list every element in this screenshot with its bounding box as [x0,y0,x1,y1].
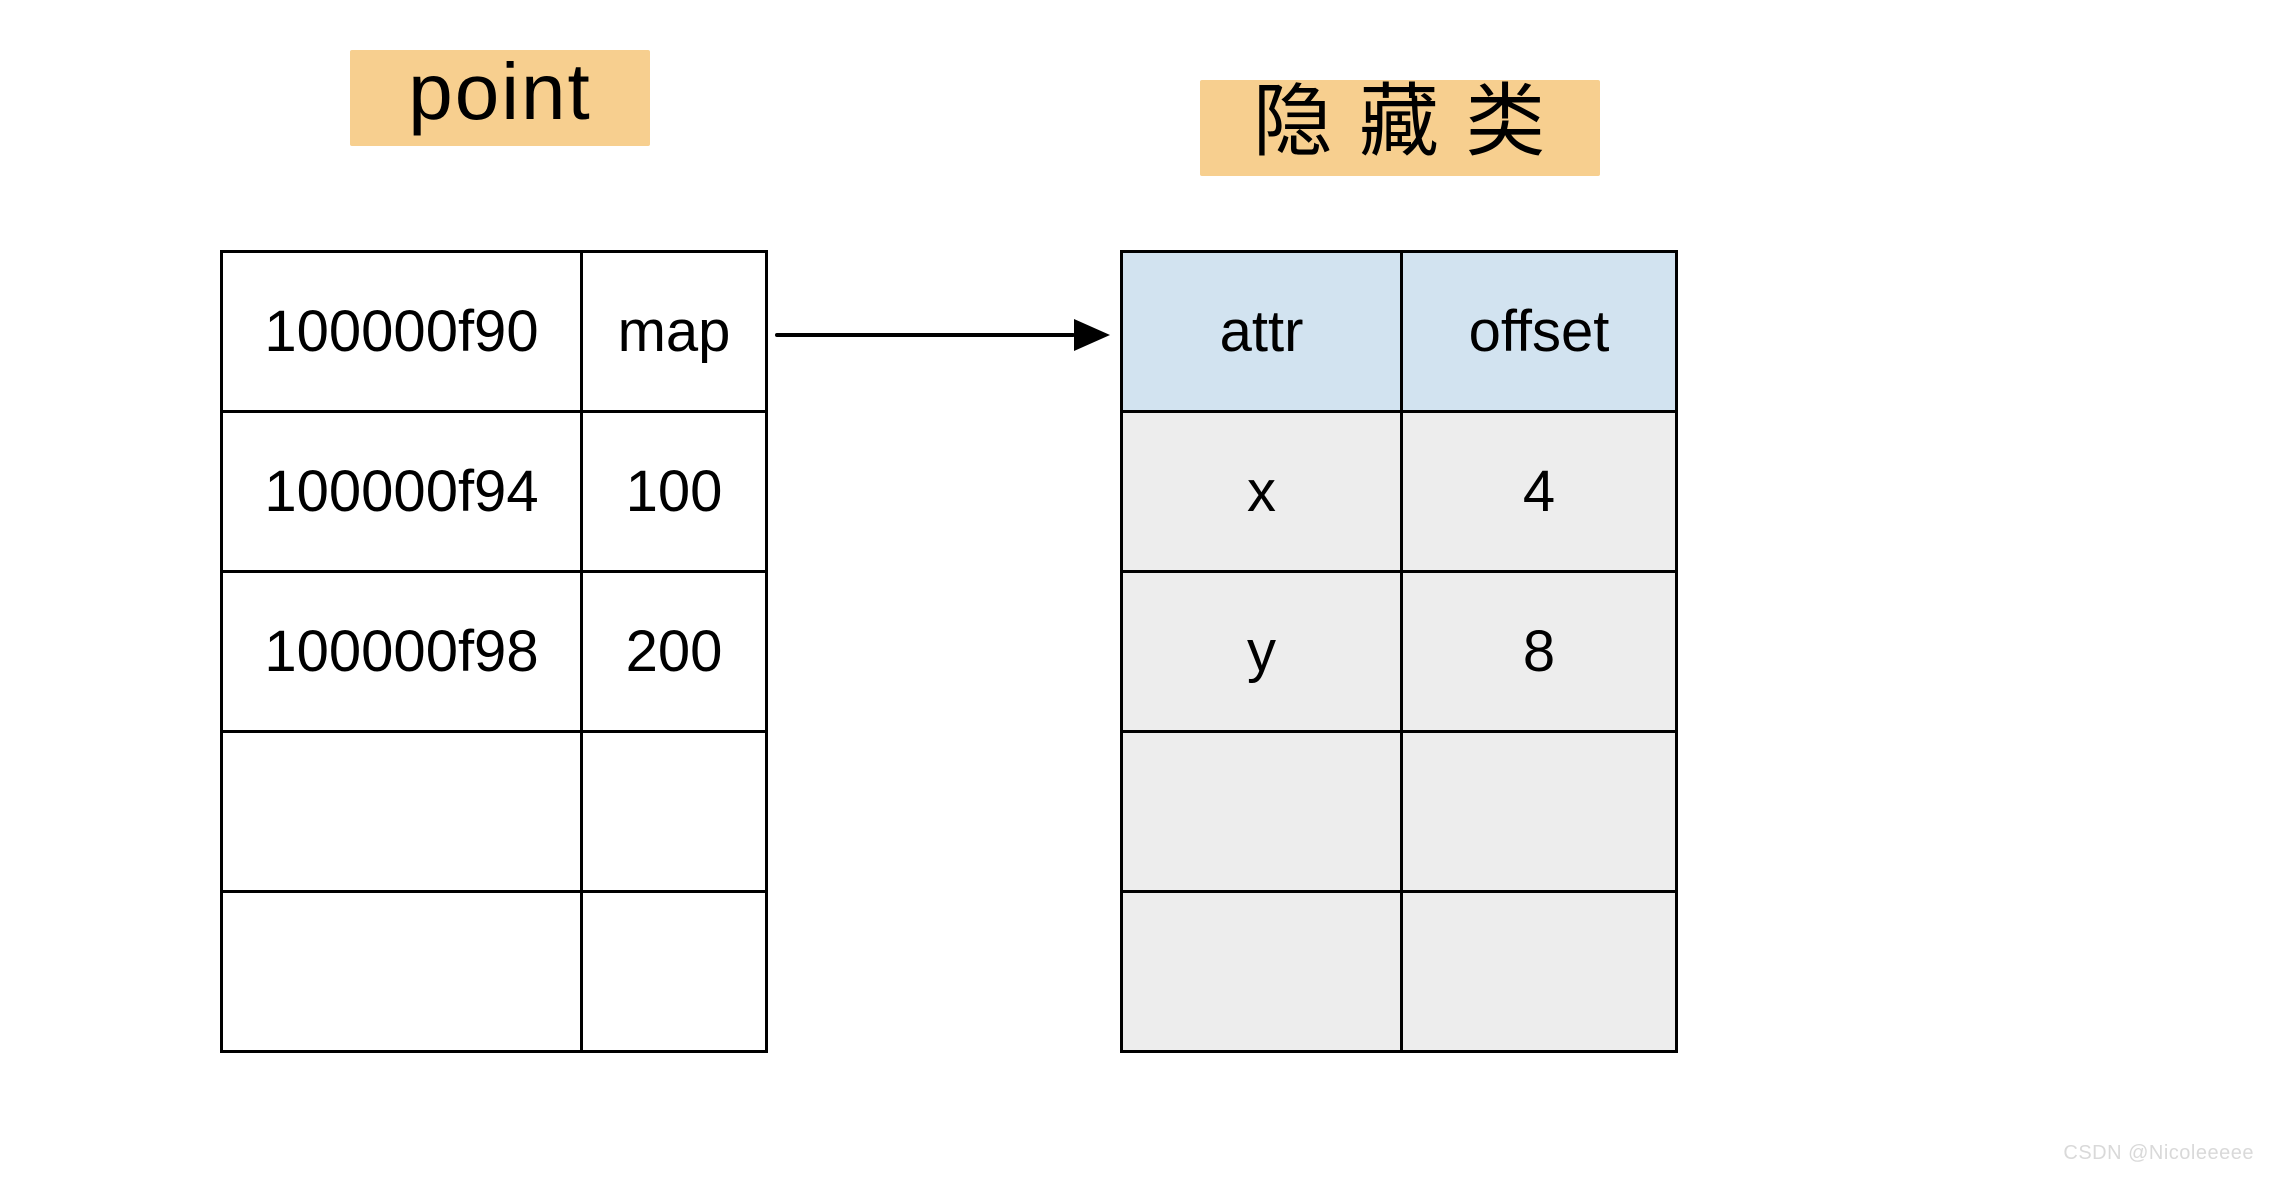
hidden-class-attr-cell: x [1122,412,1402,572]
table-row: 100000f94 100 [222,412,767,572]
point-value-cell [582,892,767,1052]
point-address-cell [222,732,582,892]
hidden-class-offset-cell: 4 [1402,412,1677,572]
point-table: 100000f90 map 100000f94 100 100000f98 20… [220,250,768,1053]
table-row [1122,732,1677,892]
point-value-cell: 200 [582,572,767,732]
hidden-class-title-text: 隐 藏 类 [1200,70,1600,182]
point-address-cell [222,892,582,1052]
point-value-cell [582,732,767,892]
hidden-class-offset-cell [1402,892,1677,1052]
hidden-class-attr-cell [1122,892,1402,1052]
diagram-stage: point 隐 藏 类 100000f90 map 100000f94 100 … [0,0,2284,1183]
hidden-class-title: 隐 藏 类 [1200,70,1600,182]
hidden-class-header-row: attr offset [1122,252,1677,412]
hidden-class-header-attr: attr [1122,252,1402,412]
point-address-cell: 100000f94 [222,412,582,572]
watermark-text: CSDN @Nicoleeeee [2063,1142,2254,1165]
arrow-head-icon [1074,319,1110,351]
point-title: point [350,40,650,152]
hidden-class-attr-cell [1122,732,1402,892]
arrow-line-icon [775,333,1075,337]
point-title-text: point [350,40,650,152]
table-row: 100000f98 200 [222,572,767,732]
table-row: x 4 [1122,412,1677,572]
table-row [1122,892,1677,1052]
point-address-cell: 100000f90 [222,252,582,412]
table-row [222,732,767,892]
hidden-class-header-offset: offset [1402,252,1677,412]
table-row [222,892,767,1052]
hidden-class-attr-cell: y [1122,572,1402,732]
map-to-hidden-class-arrow [775,315,1110,355]
point-value-cell: map [582,252,767,412]
table-row: 100000f90 map [222,252,767,412]
point-value-cell: 100 [582,412,767,572]
hidden-class-offset-cell [1402,732,1677,892]
hidden-class-table: attr offset x 4 y 8 [1120,250,1678,1053]
hidden-class-offset-cell: 8 [1402,572,1677,732]
point-address-cell: 100000f98 [222,572,582,732]
table-row: y 8 [1122,572,1677,732]
